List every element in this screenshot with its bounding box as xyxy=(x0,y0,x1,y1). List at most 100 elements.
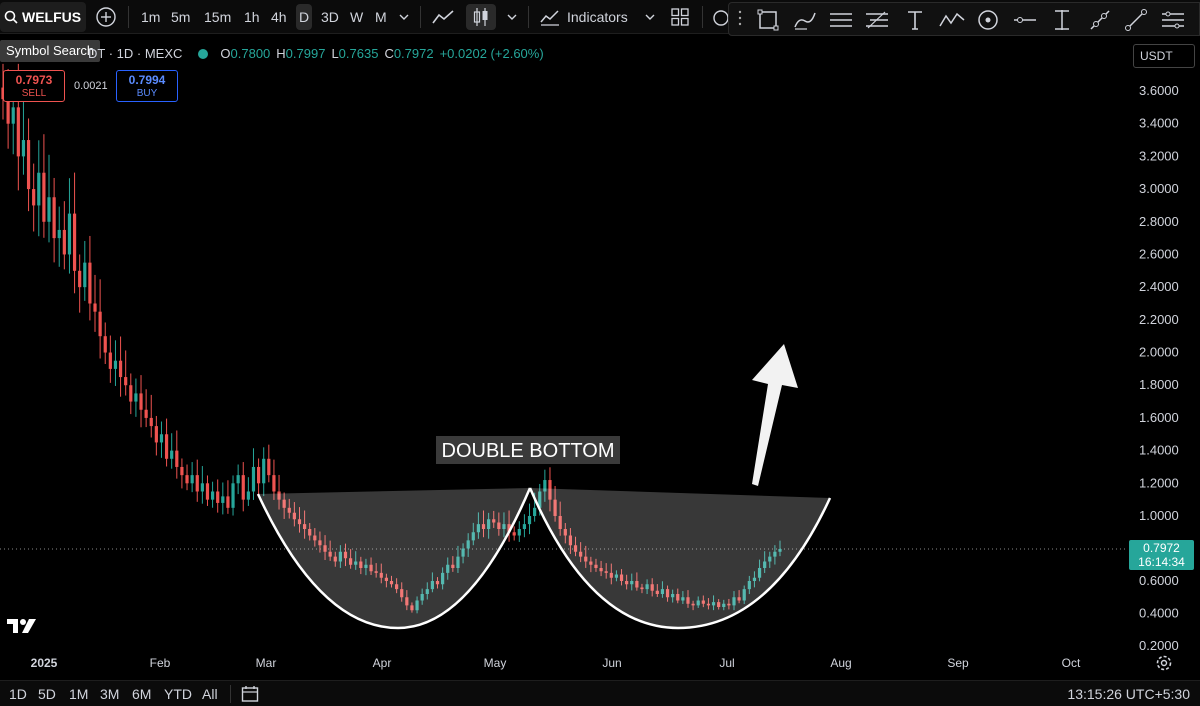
candle xyxy=(118,336,123,397)
x-tick-label: 2025 xyxy=(31,656,58,670)
y-tick-label: 1.4000 xyxy=(1139,443,1179,458)
close-value: 0.7972 xyxy=(393,46,434,61)
buy-button[interactable]: 0.7994 BUY xyxy=(116,70,178,102)
indicators-button[interactable]: Indicators xyxy=(540,0,628,34)
compare-symbol-button[interactable] xyxy=(95,0,117,34)
horizontal-line-tool-icon[interactable] xyxy=(1013,9,1037,31)
interval-4h[interactable]: 4h xyxy=(271,0,287,34)
range-ytd[interactable]: YTD xyxy=(164,681,192,706)
pattern-tool-icon[interactable] xyxy=(939,9,965,31)
close-label: C xyxy=(384,46,394,61)
chart-settings-gear-icon[interactable] xyxy=(1155,654,1173,672)
sell-price: 0.7973 xyxy=(15,73,53,87)
indicators-label: Indicators xyxy=(567,9,628,25)
interval-1m[interactable]: 1m xyxy=(141,0,160,34)
buy-label: BUY xyxy=(136,88,158,99)
candle xyxy=(139,375,143,428)
line-chart-button[interactable] xyxy=(432,0,454,34)
interval-w[interactable]: W xyxy=(350,0,363,34)
candle xyxy=(47,154,51,243)
horizontal-lines-icon[interactable] xyxy=(829,9,853,31)
interval-m[interactable]: M xyxy=(375,0,387,34)
circle-tool-icon[interactable] xyxy=(977,9,999,31)
y-tick-label: 1.8000 xyxy=(1139,377,1179,392)
channel-tool-icon[interactable] xyxy=(1161,9,1185,31)
x-tick-label: Aug xyxy=(830,656,851,670)
candle xyxy=(236,464,240,495)
y-tick-label: 2.8000 xyxy=(1139,214,1179,229)
candle xyxy=(37,140,41,237)
symbol-search-button[interactable]: WELFUS xyxy=(0,2,86,32)
pair-label: DT · 1D · MEXC xyxy=(88,46,183,61)
interval-dropdown[interactable] xyxy=(398,0,410,34)
buy-price: 0.7994 xyxy=(128,73,166,87)
range-5d[interactable]: 5D xyxy=(38,681,56,706)
interval-3d[interactable]: 3D xyxy=(321,0,339,34)
range-3m[interactable]: 3M xyxy=(100,681,119,706)
candle xyxy=(154,415,158,456)
interval-1h[interactable]: 1h xyxy=(244,0,260,34)
range-1m[interactable]: 1M xyxy=(69,681,88,706)
search-icon xyxy=(4,10,18,24)
x-tick-label: Jul xyxy=(719,656,734,670)
last-price-tag: 0.7972 16:14:34 xyxy=(1129,540,1194,570)
range-1d[interactable]: 1D xyxy=(9,681,27,706)
y-tick-label: 2.4000 xyxy=(1139,279,1179,294)
x-tick-label: Apr xyxy=(373,656,392,670)
layouts-button[interactable] xyxy=(671,0,689,34)
y-tick-label: 0.2000 xyxy=(1139,638,1179,653)
candle xyxy=(88,235,92,321)
interval-d[interactable]: D xyxy=(296,4,313,30)
candle xyxy=(159,421,164,458)
chart-type-dropdown[interactable] xyxy=(506,0,518,34)
candle xyxy=(42,134,46,238)
candle xyxy=(180,458,184,489)
top-toolbar: WELFUS 1m 5m 15m 1h 4h D 3D W M Indicato… xyxy=(0,0,1200,36)
candle xyxy=(267,444,271,483)
ray-tool-icon[interactable] xyxy=(1089,9,1111,31)
vertical-line-tool-icon[interactable] xyxy=(1051,9,1073,31)
x-tick-label: Mar xyxy=(256,656,277,670)
chevron-down-icon xyxy=(507,14,517,20)
candle xyxy=(83,240,87,301)
indicators-dropdown[interactable] xyxy=(644,0,656,34)
price-chart[interactable]: DOUBLE BOTTOM 3.6000 3.4000 3.2000 3.0000 2.… xyxy=(0,0,1200,706)
currency-selector[interactable]: USDT xyxy=(1133,44,1195,68)
timezone-clock[interactable]: 13:15:26 UTC+5:30 xyxy=(1067,681,1190,706)
candle xyxy=(522,514,527,538)
candle xyxy=(93,274,97,332)
date-range-calendar-icon[interactable] xyxy=(241,685,259,703)
add-circle-icon xyxy=(96,7,116,27)
candle xyxy=(221,482,225,515)
tool-dots-icon[interactable] xyxy=(737,9,743,31)
interval-5m[interactable]: 5m xyxy=(171,0,190,34)
x-tick-label: Oct xyxy=(1062,656,1081,670)
interval-15m[interactable]: 15m xyxy=(204,0,231,34)
range-all[interactable]: All xyxy=(202,681,218,706)
candle xyxy=(185,464,189,491)
sell-button[interactable]: 0.7973 SELL xyxy=(3,70,65,102)
change-value: +0.0202 (+2.60%) xyxy=(439,46,544,61)
last-price-value: 0.7972 xyxy=(1143,541,1180,555)
symbol-search-tooltip: Symbol Search xyxy=(0,40,101,62)
candle xyxy=(200,466,204,504)
x-tick-label: May xyxy=(484,656,507,670)
brush-tool-icon[interactable] xyxy=(793,9,817,31)
trend-line-tool-icon[interactable] xyxy=(1125,9,1147,31)
y-tick-label: 3.6000 xyxy=(1139,83,1179,98)
y-tick-label: 2.2000 xyxy=(1139,312,1179,327)
symbol-name: WELFUS xyxy=(22,9,82,25)
candle xyxy=(241,462,245,512)
text-tool-icon[interactable] xyxy=(905,9,925,31)
range-6m[interactable]: 6M xyxy=(132,681,151,706)
candle xyxy=(144,389,148,428)
candle xyxy=(108,335,112,383)
x-axis: 2025 Feb Mar Apr May Jun Jul Aug Sep Oct xyxy=(31,656,1081,670)
candles-button[interactable] xyxy=(466,4,496,30)
fib-retracement-icon[interactable] xyxy=(865,9,889,31)
candle xyxy=(251,448,256,500)
candle xyxy=(57,206,61,267)
rectangle-tool-icon[interactable] xyxy=(757,9,779,31)
chevron-down-icon xyxy=(645,14,655,20)
candle xyxy=(210,481,215,508)
